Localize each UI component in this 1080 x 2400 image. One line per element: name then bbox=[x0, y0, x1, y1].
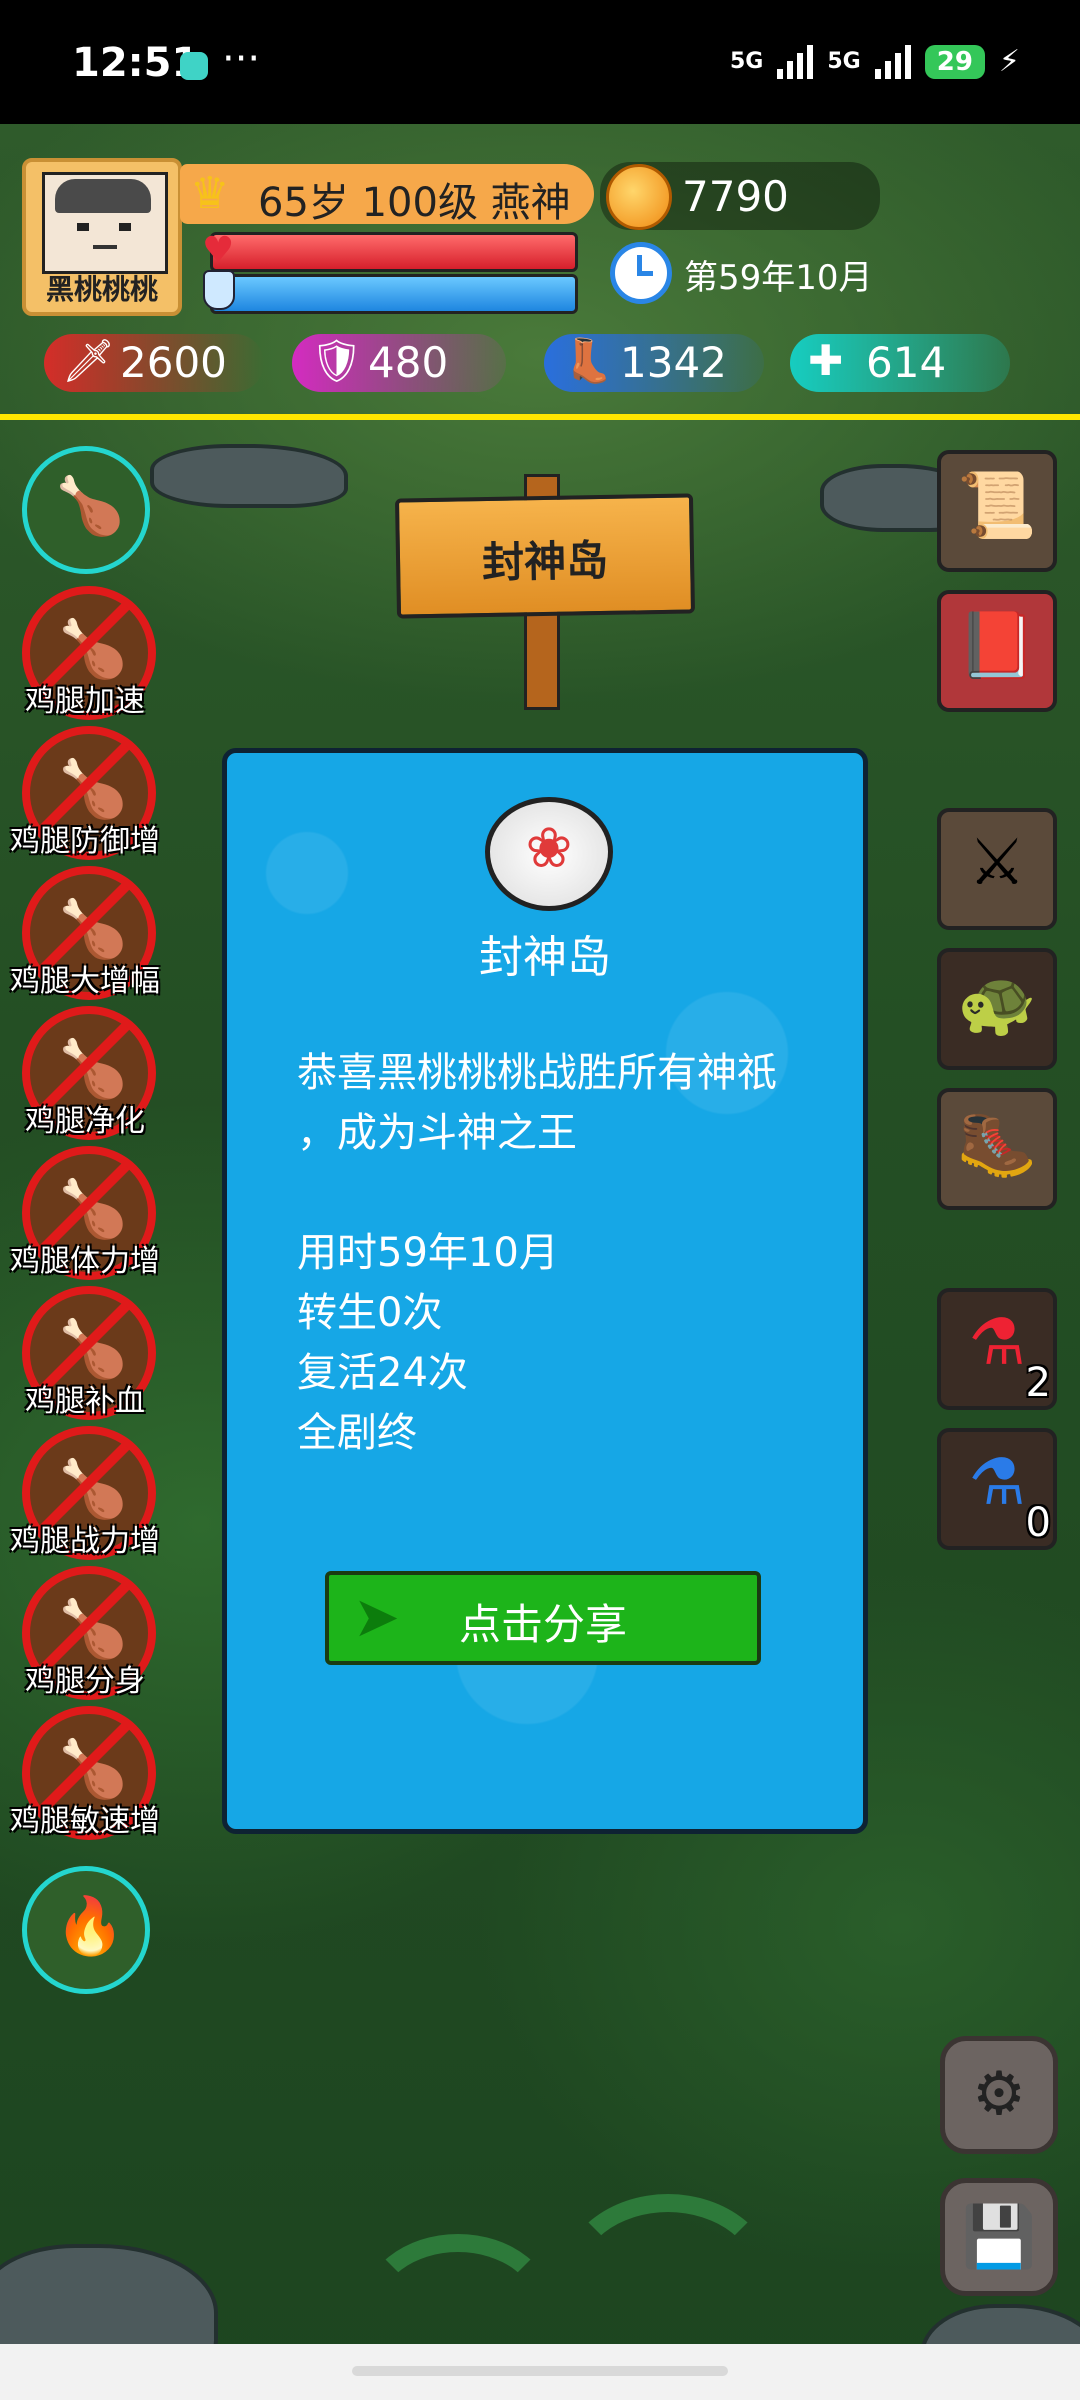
network-label-2: 5G bbox=[827, 49, 861, 74]
drumstick-icon: 🍗 bbox=[58, 617, 128, 682]
scroll-icon: 📜 bbox=[957, 469, 1037, 543]
gold-value: 7790 bbox=[682, 172, 789, 221]
red-potion-count: 2 bbox=[1025, 1360, 1051, 1406]
buff-label: 鸡腿防御增 bbox=[10, 824, 160, 859]
rebirth-count: 转生0次 bbox=[297, 1290, 443, 1336]
sword-icon: ⚔ bbox=[968, 826, 1026, 900]
player-avatar[interactable]: 黑桃桃桃 bbox=[22, 158, 182, 316]
coin-icon bbox=[606, 164, 672, 230]
heart-plus-icon: ✚ bbox=[808, 336, 844, 385]
armor-slot[interactable]: 🐢 bbox=[937, 948, 1057, 1070]
fire-drumstick-icon: 🔥 bbox=[55, 1894, 125, 1959]
armor-icon: 🐢 bbox=[957, 967, 1037, 1041]
red-potion-slot[interactable]: ⚗ 2 bbox=[937, 1288, 1057, 1410]
hp-bar bbox=[210, 232, 578, 272]
flask-icon bbox=[203, 270, 235, 310]
mouth bbox=[93, 245, 117, 249]
signal-icon bbox=[874, 44, 911, 79]
drumstick-icon: 🍗 bbox=[58, 1037, 128, 1102]
attack-stat: 🗡 2600 bbox=[44, 334, 264, 392]
avatar-portrait bbox=[42, 172, 168, 274]
buff-label: 鸡腿补血 bbox=[25, 1384, 145, 1419]
ending-text: 全剧终 bbox=[297, 1410, 417, 1456]
settings-button[interactable]: ⚙ bbox=[940, 2036, 1058, 2154]
drumstick-icon: 🍗 bbox=[58, 1597, 128, 1662]
blue-potion-slot[interactable]: ⚗ 0 bbox=[937, 1428, 1057, 1550]
clock-icon bbox=[610, 242, 672, 304]
drumstick-icon: 🍗 bbox=[58, 1177, 128, 1242]
dialog-title: 封神岛 bbox=[479, 932, 611, 983]
buff-label: 鸡腿分身 bbox=[25, 1664, 145, 1699]
network-label-1: 5G bbox=[729, 49, 764, 74]
shield-icon: 🛡 bbox=[310, 336, 364, 385]
signal-icon bbox=[777, 44, 814, 79]
player-name: 黑桃桃桃 bbox=[45, 273, 158, 306]
drumstick-icon: 🍗 bbox=[58, 1317, 128, 1382]
game-screen: 黑桃桃桃 ♛ 65岁 100级 燕神 ♥ 7790 第59年10月 🗡 2600… bbox=[0, 124, 1080, 2400]
ending-dialog: ❀ 封神岛 恭喜黑桃桃桃战胜所有神祇 ，成为斗神之王 用时59年10月 转生0次… bbox=[222, 748, 868, 1834]
location-sign: 封神岛 bbox=[394, 493, 696, 619]
heart-icon: ♥ bbox=[202, 230, 235, 271]
drumstick-icon: 🍗 bbox=[58, 1737, 128, 1802]
drumstick-icon: 🍗 bbox=[58, 1457, 128, 1522]
status-right: 5G 5G 29 ⚡ bbox=[730, 44, 1020, 79]
book-icon: 📕 bbox=[957, 609, 1037, 683]
map-scroll-button[interactable]: 📜 bbox=[937, 450, 1057, 572]
gear-icon: ⚙ bbox=[972, 2059, 1026, 2129]
drumstick-icon: 🍗 bbox=[58, 897, 128, 962]
location-name: 封神岛 bbox=[481, 535, 609, 588]
buff-label: 鸡腿敏速增 bbox=[10, 1804, 160, 1839]
drumstick-button[interactable]: 🍗 bbox=[22, 446, 150, 574]
speed-stat: 👢 1342 bbox=[544, 334, 764, 392]
drumstick-icon: 🍗 bbox=[55, 474, 125, 539]
gold-counter: 7790 bbox=[600, 162, 880, 230]
revive-count: 复活24次 bbox=[297, 1350, 468, 1396]
lotus-icon: ❀ bbox=[525, 816, 573, 881]
lotus-emblem: ❀ bbox=[485, 797, 613, 911]
hat-icon bbox=[55, 179, 151, 213]
boots-icon: 🥾 bbox=[957, 1107, 1037, 1181]
app-notification-icon bbox=[180, 52, 208, 80]
share-button[interactable]: ➤ 点击分享 bbox=[325, 1571, 761, 1665]
book-button[interactable]: 📕 bbox=[937, 590, 1057, 712]
dialog-message-line2: ，成为斗神之王 bbox=[297, 1110, 577, 1156]
mp-bar bbox=[210, 274, 578, 314]
background-rock bbox=[150, 444, 348, 508]
speed-value: 1342 bbox=[620, 338, 727, 387]
share-button-label: 点击分享 bbox=[458, 1600, 627, 1649]
save-button[interactable]: 💾 bbox=[940, 2178, 1058, 2296]
buff-label: 鸡腿战力增 bbox=[10, 1524, 160, 1559]
eye bbox=[119, 223, 131, 231]
weapon-slot[interactable]: ⚔ bbox=[937, 808, 1057, 930]
boots-slot[interactable]: 🥾 bbox=[937, 1088, 1057, 1210]
game-date: 第59年10月 bbox=[684, 258, 873, 298]
blue-potion-count: 0 bbox=[1025, 1500, 1051, 1546]
health-stat: ✚ 614 bbox=[790, 334, 1010, 392]
health-value: 614 bbox=[866, 338, 947, 387]
battery-level: 29 bbox=[924, 44, 985, 79]
boot-icon: 👢 bbox=[562, 336, 615, 385]
drumstick-icon: 🍗 bbox=[58, 757, 128, 822]
status-overflow: ··· bbox=[222, 36, 261, 82]
attack-value: 2600 bbox=[120, 338, 227, 387]
time-used: 用时59年10月 bbox=[297, 1230, 559, 1276]
buff-label: 鸡腿体力增 bbox=[10, 1244, 160, 1279]
defense-stat: 🛡 480 bbox=[292, 334, 506, 392]
level-title: 65岁 100级 燕神 bbox=[258, 180, 571, 226]
home-indicator[interactable] bbox=[352, 2366, 728, 2376]
buff-label: 鸡腿净化 bbox=[25, 1104, 145, 1139]
buff-label: 鸡腿加速 bbox=[25, 684, 145, 719]
charging-icon: ⚡ bbox=[998, 44, 1020, 79]
status-bar: 12:51 ··· 5G 5G 29 ⚡ bbox=[0, 0, 1080, 124]
defense-value: 480 bbox=[368, 338, 449, 387]
level-banner: ♛ 65岁 100级 燕神 bbox=[180, 164, 594, 226]
fire-drumstick-button[interactable]: 🔥 bbox=[22, 1866, 150, 1994]
eye bbox=[77, 223, 89, 231]
crown-icon: ♛ bbox=[190, 168, 230, 219]
dialog-message-line1: 恭喜黑桃桃桃战胜所有神祇 bbox=[297, 1050, 777, 1096]
sword-icon: 🗡 bbox=[62, 336, 116, 385]
floppy-icon: 💾 bbox=[961, 2202, 1037, 2272]
header-divider bbox=[0, 414, 1080, 420]
buff-label: 鸡腿大增幅 bbox=[10, 964, 160, 999]
